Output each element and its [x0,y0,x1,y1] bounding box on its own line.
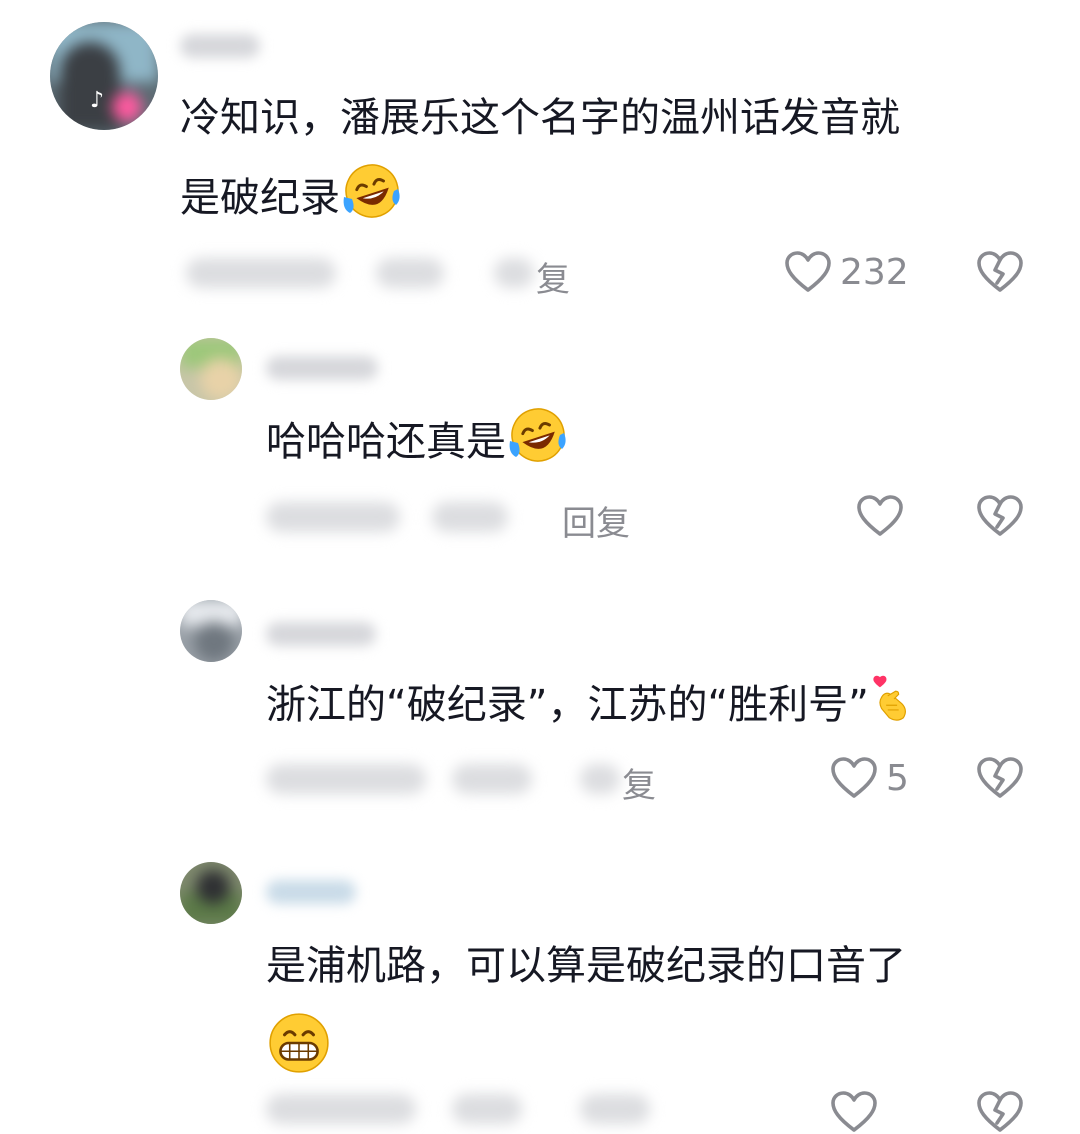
username[interactable] [266,880,356,904]
reply-blur [494,258,534,288]
comment-text: 冷知识，潘展乐这个名字的温州话发音就 [180,95,900,141]
username[interactable] [266,622,376,646]
comment-text-line2: 是破纪录 [180,158,404,238]
reply-button[interactable] [580,1094,650,1124]
like-button[interactable]: 232 [784,250,909,294]
like-count: 5 [886,757,909,799]
broken-heart-icon [976,756,1024,800]
like-button[interactable] [830,1090,878,1134]
dislike-button[interactable] [976,1090,1024,1134]
comment-text: 浙江的“破纪录”，江苏的“胜利号” [266,664,919,745]
tiktok-logo-icon: ♪ [90,88,105,113]
timestamp [266,502,400,532]
location [452,764,532,794]
heart-outline-icon [856,494,904,538]
timestamp [266,1094,416,1124]
heart-outline-icon [830,1090,878,1134]
grinning-emoji [266,1010,332,1076]
broken-heart-icon [976,494,1024,538]
reply-button[interactable]: 复 [536,252,570,301]
broken-heart-icon [976,250,1024,294]
like-count: 232 [840,251,909,293]
avatar[interactable]: ♪ [50,22,158,130]
location [376,258,444,288]
comment-text: 是浦机路，可以算是破纪录的口音了 [266,943,906,989]
username[interactable] [266,356,378,380]
heart-outline-icon [784,250,832,294]
laughing-crying-emoji [340,159,404,223]
avatar[interactable] [180,338,242,400]
location [432,502,508,532]
finger-heart-emoji [869,664,919,734]
username[interactable] [180,34,260,58]
heart-outline-icon [830,756,878,800]
like-button[interactable]: 5 [830,756,909,800]
like-button[interactable] [856,494,912,538]
avatar[interactable] [180,600,242,662]
dislike-button[interactable] [976,494,1024,538]
dislike-button[interactable] [976,250,1024,294]
comment-text: 哈哈哈还真是 [266,402,570,482]
laughing-crying-emoji [506,403,570,467]
timestamp [186,258,336,288]
broken-heart-icon [976,1090,1024,1134]
reply-blur [580,764,620,794]
timestamp [266,764,426,794]
dislike-button[interactable] [976,756,1024,800]
avatar[interactable] [180,862,242,924]
reply-button[interactable]: 复 [622,758,656,807]
location [452,1094,522,1124]
reply-button[interactable]: 回复 [562,496,630,545]
